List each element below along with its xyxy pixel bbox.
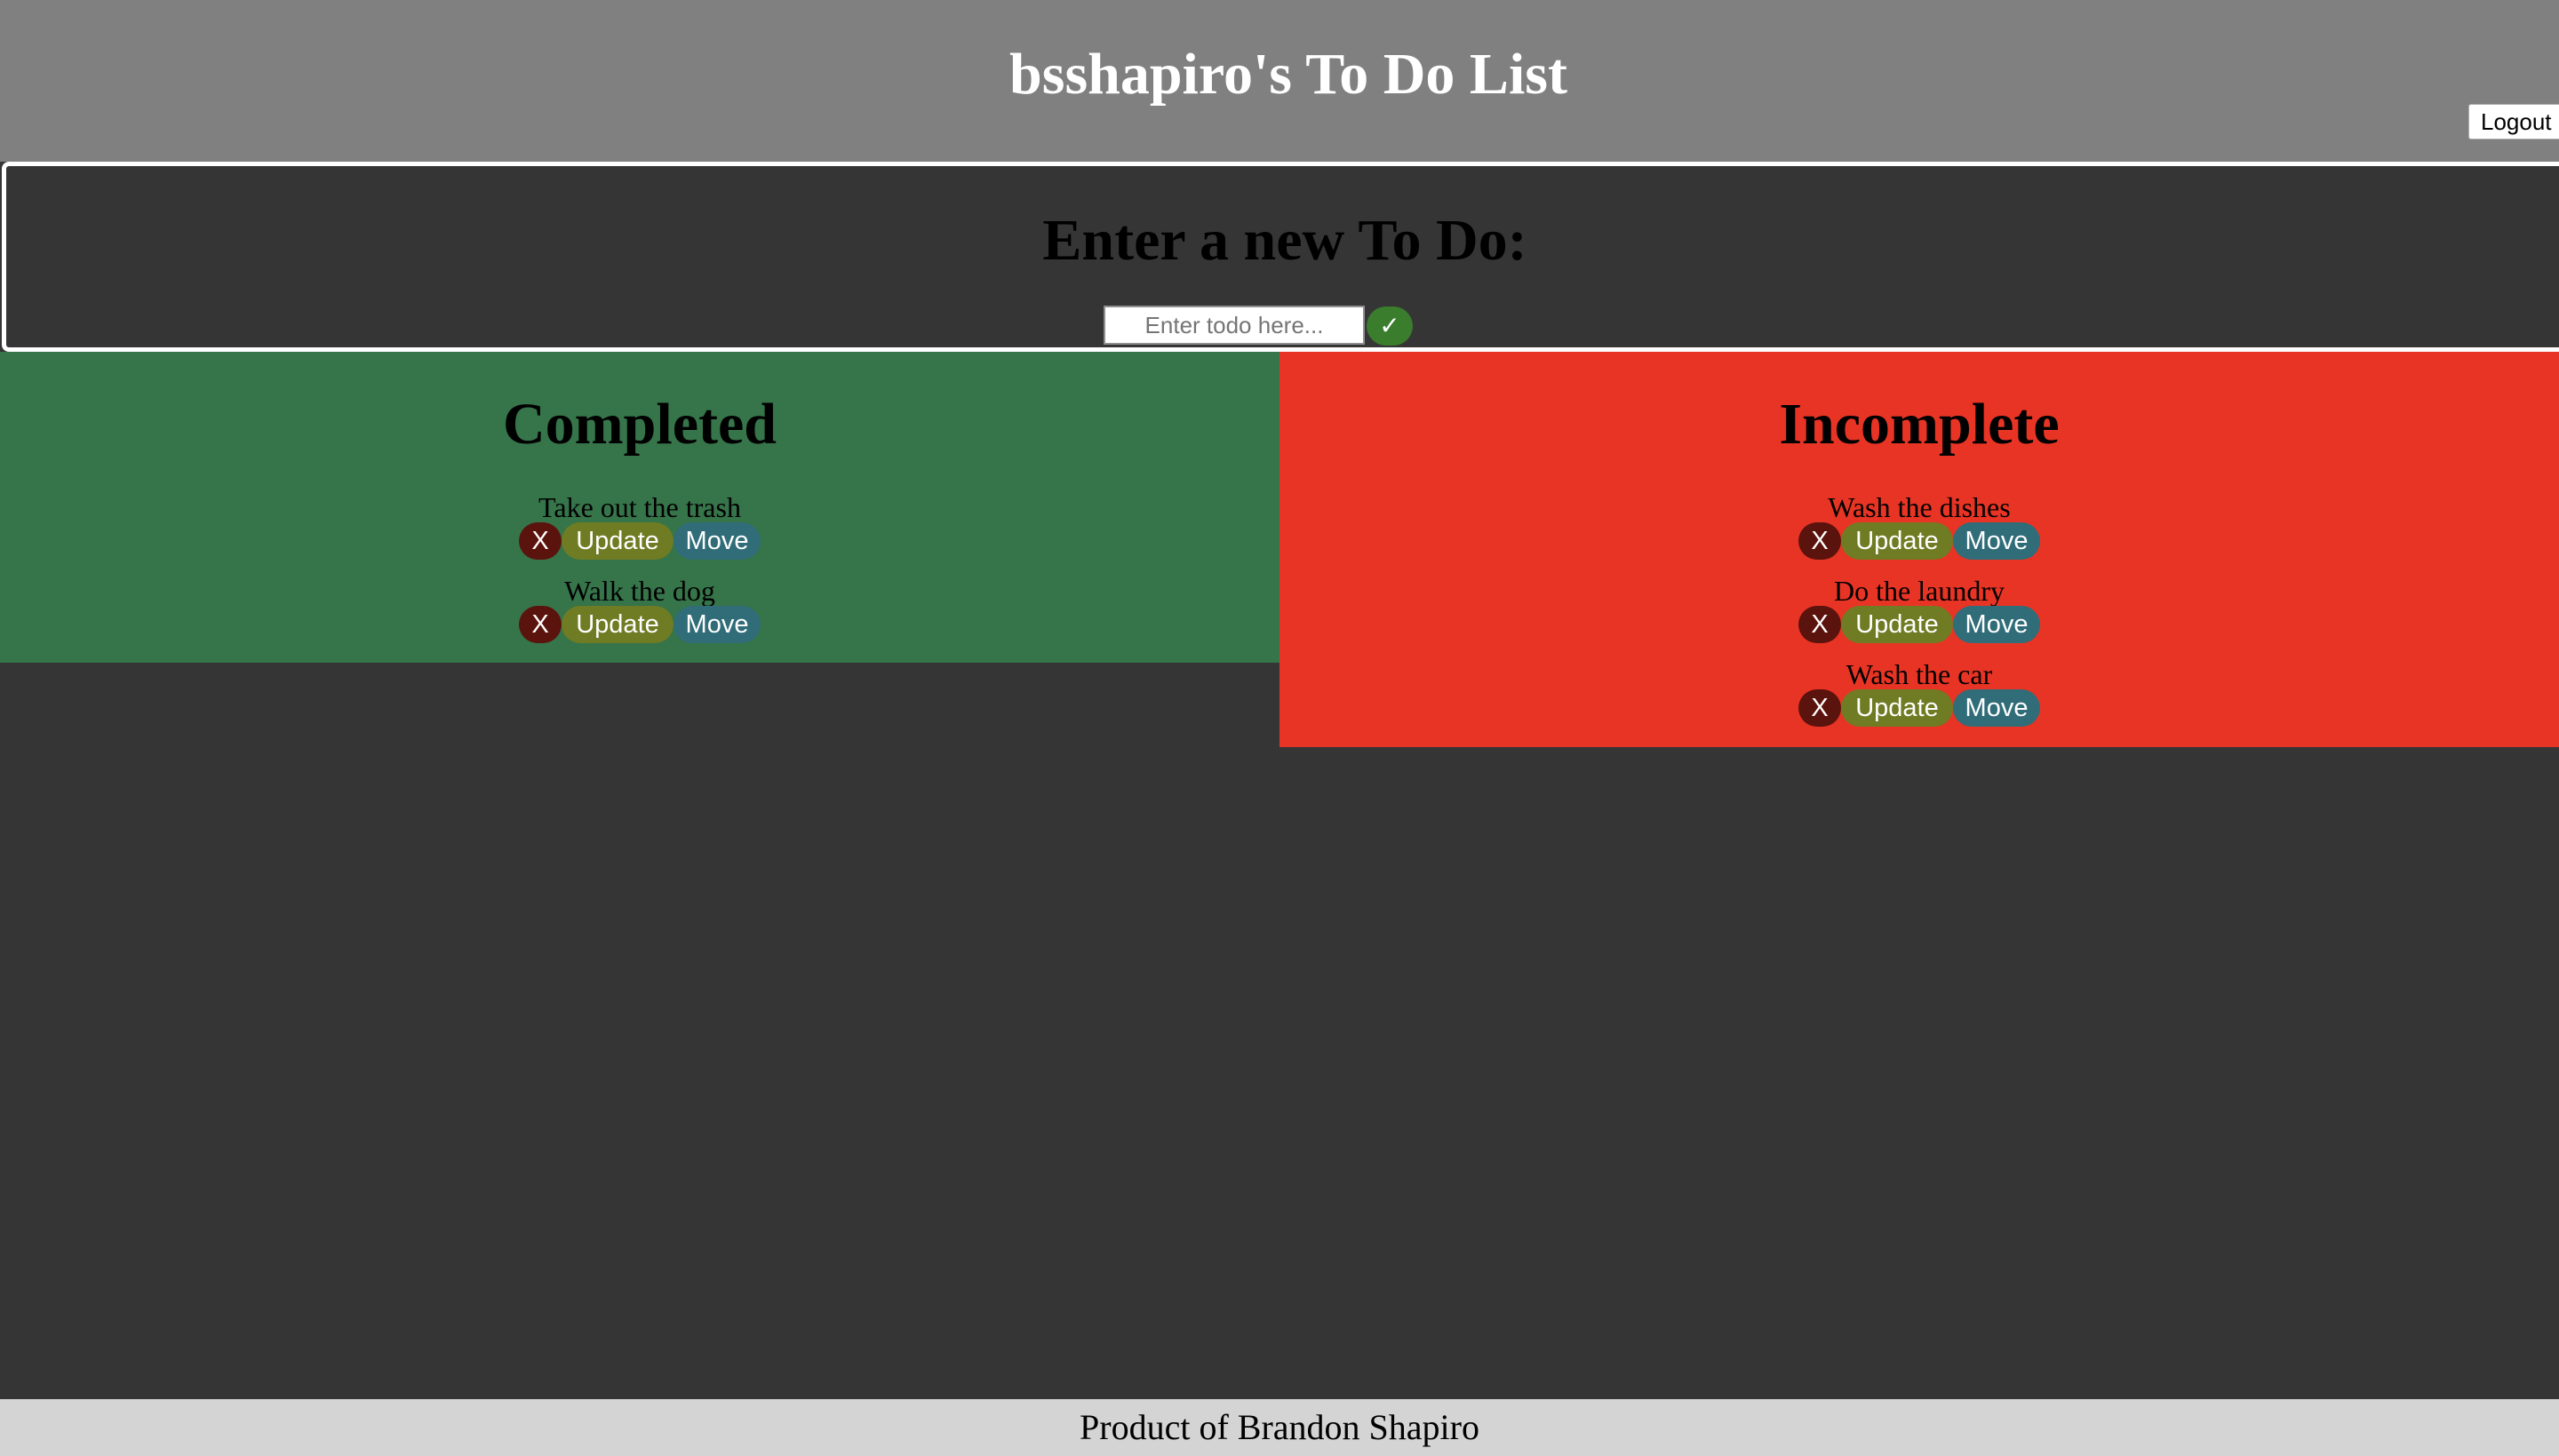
move-button[interactable]: Move (674, 606, 761, 643)
completed-panel: Completed Take out the trash X Update Move… (0, 352, 1280, 663)
item-actions: X Update Move (1280, 522, 2559, 560)
todo-text: Take out the trash (538, 491, 741, 523)
list-item: Walk the dog X Update Move (0, 575, 1280, 658)
update-button[interactable]: Update (562, 606, 674, 643)
completed-heading: Completed (503, 392, 777, 457)
update-button[interactable]: Update (1841, 522, 1953, 560)
move-button[interactable]: Move (674, 522, 761, 560)
list-item: Take out the trash X Update Move (0, 491, 1280, 575)
list-item: Do the laundry X Update Move (1280, 575, 2559, 658)
logout-button[interactable]: Logout (2468, 104, 2559, 139)
list-item: Wash the dishes X Update Move (1280, 491, 2559, 575)
incomplete-list: Wash the dishes X Update Move Do the laund… (1280, 491, 2559, 742)
todo-input[interactable] (1104, 306, 1365, 345)
item-actions: X Update Move (0, 606, 1280, 643)
page-footer: Product of Brandon Shapiro (0, 1399, 2559, 1456)
submit-todo-button[interactable]: ✓ (1367, 306, 1413, 346)
page-title: bsshapiro's To Do List (1009, 42, 1567, 107)
incomplete-heading: Incomplete (1779, 392, 2060, 457)
item-actions: X Update Move (1280, 689, 2559, 727)
todo-text: Wash the dishes (1828, 491, 2011, 523)
incomplete-panel: Incomplete Wash the dishes X Update Move D… (1280, 352, 2559, 747)
move-button[interactable]: Move (1953, 689, 2040, 727)
delete-button[interactable]: X (1798, 606, 1841, 643)
new-todo-heading: Enter a new To Do: (1042, 208, 1527, 273)
todo-text: Do the laundry (1834, 575, 2005, 607)
item-actions: X Update Move (0, 522, 1280, 560)
item-actions: X Update Move (1280, 606, 2559, 643)
move-button[interactable]: Move (1953, 606, 2040, 643)
page-header: bsshapiro's To Do List Logout (0, 0, 2559, 162)
delete-button[interactable]: X (519, 522, 562, 560)
delete-button[interactable]: X (519, 606, 562, 643)
update-button[interactable]: Update (562, 522, 674, 560)
move-button[interactable]: Move (1953, 522, 2040, 560)
delete-button[interactable]: X (1798, 522, 1841, 560)
list-item: Wash the car X Update Move (1280, 658, 2559, 742)
delete-button[interactable]: X (1798, 689, 1841, 727)
todo-text: Walk the dog (564, 575, 715, 607)
todo-text: Wash the car (1846, 658, 1993, 690)
update-button[interactable]: Update (1841, 689, 1953, 727)
completed-list: Take out the trash X Update Move Walk the … (0, 491, 1280, 658)
update-button[interactable]: Update (1841, 606, 1953, 643)
